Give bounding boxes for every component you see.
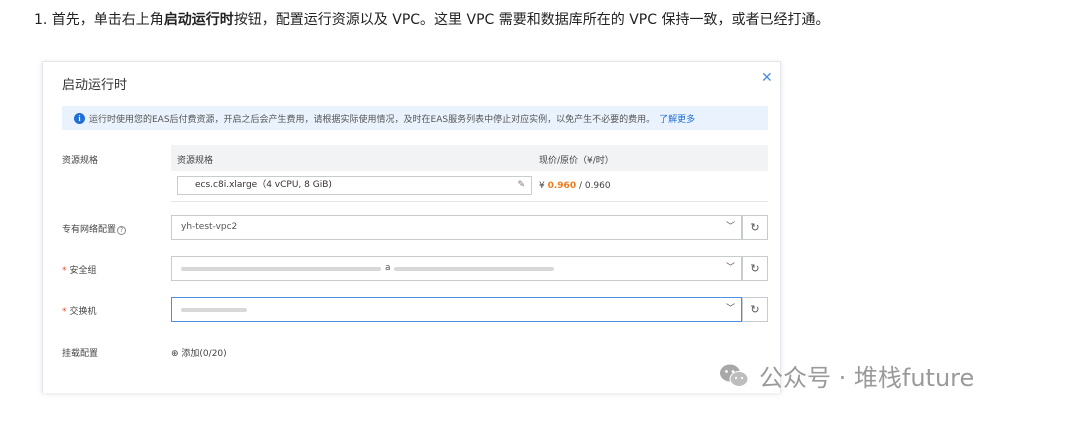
notice-text: 运行时使用您的EAS后付费资源，开启之后会产生费用，请根据实际使用情况，及时在E… xyxy=(89,114,656,125)
refresh-icon: ↻ xyxy=(750,303,760,316)
required-mark: * xyxy=(62,266,67,276)
security-group-refresh-button[interactable]: ↻ xyxy=(742,256,768,281)
info-icon: i xyxy=(74,112,85,124)
add-mount-button[interactable]: ⊕ 添加(0/20) xyxy=(171,346,227,359)
spec-table-header: 资源规格 现价/原价（¥/时） xyxy=(171,145,768,171)
price-symbol: ¥ xyxy=(539,181,545,191)
close-icon[interactable]: ✕ xyxy=(761,71,773,85)
intro-prefix: 1. 首先，单击右上角 xyxy=(34,12,164,28)
mount-row-label: 挂载配置 xyxy=(62,349,99,359)
dialog-title: 启动运行时 xyxy=(62,78,128,93)
price-original: / 0.960 xyxy=(578,181,611,191)
plus-circle-icon: ⊕ xyxy=(171,349,179,359)
spec-input[interactable]: ecs.c8i.xlarge（4 vCPU, 8 GiB) ✎ xyxy=(177,176,532,195)
blurred-text xyxy=(394,267,554,271)
chevron-down-icon[interactable]: ﹀ xyxy=(726,257,735,280)
refresh-icon: ↻ xyxy=(750,262,760,275)
security-group-select[interactable]: a ﹀ xyxy=(171,256,742,281)
refresh-icon: ↻ xyxy=(750,221,760,234)
intro-bold: 启动运行时 xyxy=(163,12,234,28)
price-col-header: 现价/原价（¥/时） xyxy=(539,156,614,166)
security-group-label-text: 安全组 xyxy=(69,266,97,276)
spec-col-header: 资源规格 xyxy=(177,156,214,166)
price-current: 0.960 xyxy=(547,181,577,191)
vpc-value: yh-test-vpc2 xyxy=(181,222,238,232)
vpc-label-text: 专有网络配置 xyxy=(62,225,117,235)
vswitch-select[interactable]: ﹀ xyxy=(171,297,742,322)
chevron-down-icon[interactable]: ﹀ xyxy=(726,298,735,321)
intro-suffix: 按钮，配置运行资源以及 VPC。这里 VPC 需要和数据库所在的 VPC 保持一… xyxy=(233,12,830,28)
blurred-text xyxy=(181,308,247,312)
vswitch-refresh-button[interactable]: ↻ xyxy=(742,297,768,322)
watermark: 公众号 · 堆栈future xyxy=(719,358,974,393)
required-mark: * xyxy=(62,307,67,317)
spec-row-label: 资源规格 xyxy=(62,156,99,166)
learn-more-link[interactable]: 了解更多 xyxy=(659,112,695,125)
vpc-refresh-button[interactable]: ↻ xyxy=(742,215,768,240)
help-icon[interactable]: ? xyxy=(117,226,127,235)
info-notice: i 运行时使用您的EAS后付费资源，开启之后会产生费用，请根据实际使用情况，及时… xyxy=(62,106,768,130)
security-group-value: a xyxy=(385,263,391,273)
start-runtime-dialog: 启动运行时 ✕ i 运行时使用您的EAS后付费资源，开启之后会产生费用，请根据实… xyxy=(42,61,781,393)
chevron-down-icon[interactable]: ﹀ xyxy=(726,216,735,239)
spec-value: ecs.c8i.xlarge（4 vCPU, 8 GiB) xyxy=(195,180,332,190)
vpc-select[interactable]: yh-test-vpc2 ﹀ xyxy=(171,215,742,240)
blurred-text xyxy=(181,267,381,271)
intro-text: 1. 首先，单击右上角启动运行时按钮，配置运行资源以及 VPC。这里 VPC 需… xyxy=(34,9,829,29)
watermark-text: 公众号 · 堆栈future xyxy=(759,364,975,392)
price-value: ¥ 0.960 / 0.960 xyxy=(539,181,611,191)
security-group-row-label: * 安全组 xyxy=(62,263,97,276)
vswitch-row-label: * 交换机 xyxy=(62,304,97,317)
wechat-icon xyxy=(720,364,749,387)
vswitch-label-text: 交换机 xyxy=(69,307,97,317)
spec-divider xyxy=(171,201,768,202)
vpc-row-label: 专有网络配置? xyxy=(62,222,127,235)
add-mount-label: 添加(0/20) xyxy=(181,349,227,359)
edit-icon[interactable]: ✎ xyxy=(517,177,525,194)
